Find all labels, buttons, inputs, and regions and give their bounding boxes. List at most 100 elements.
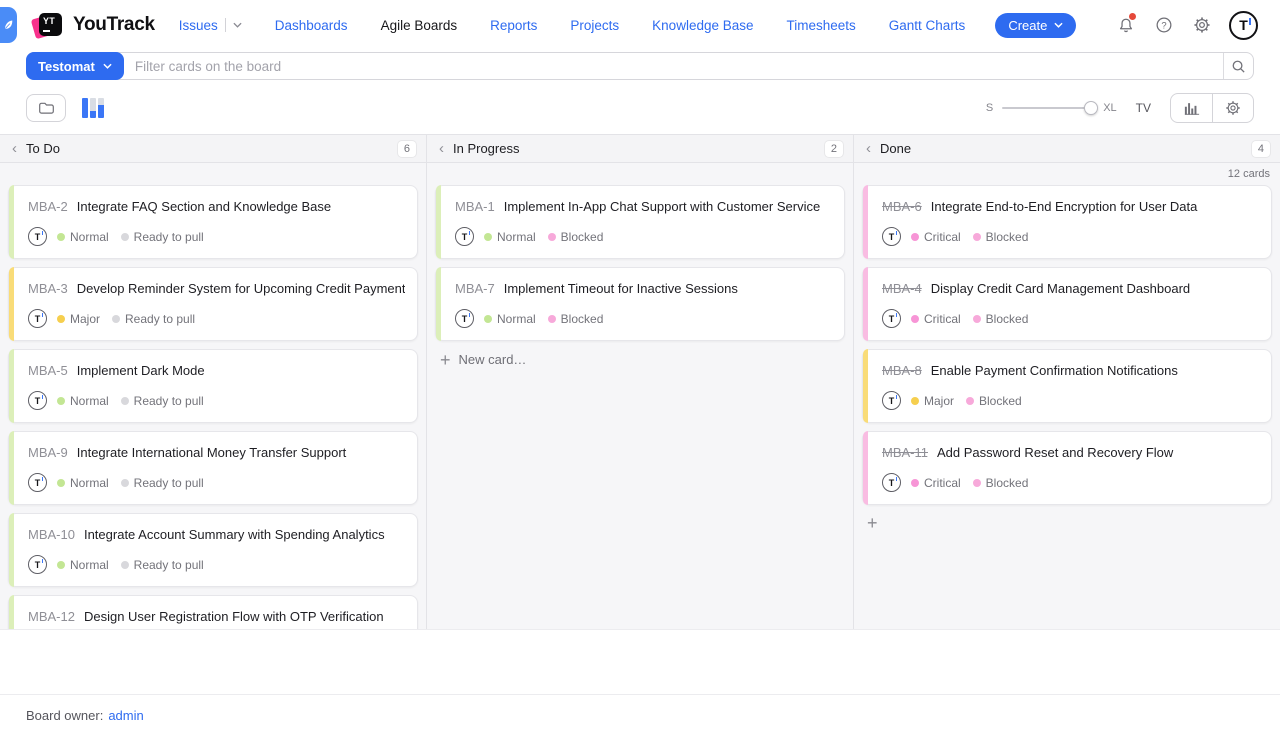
progress-chart-toggle[interactable] — [82, 98, 104, 118]
state-label: Ready to pull — [134, 476, 204, 490]
issue-card[interactable]: MBA-12 Design User Registration Flow wit… — [8, 595, 418, 629]
issue-card[interactable]: MBA-9 Integrate International Money Tran… — [8, 431, 418, 505]
nav-item-timesheets[interactable]: Timesheets — [787, 18, 856, 33]
nav-item-dashboards[interactable]: Dashboards — [275, 18, 348, 33]
histogram-icon — [1184, 102, 1200, 115]
issues-dropdown-chevron-icon[interactable] — [233, 22, 242, 28]
issue-title: Display Credit Card Management Dashboard — [931, 281, 1190, 296]
state-label: Ready to pull — [125, 312, 195, 326]
issue-id[interactable]: MBA-7 — [455, 281, 495, 296]
notification-dot — [1129, 13, 1136, 20]
issue-card[interactable]: MBA-5 Implement Dark Mode T Normal Ready… — [8, 349, 418, 423]
assignee-avatar: T — [28, 227, 47, 246]
help-button[interactable]: ? — [1153, 14, 1175, 36]
issue-title: Design User Registration Flow with OTP V… — [84, 609, 384, 624]
issue-card[interactable]: MBA-6 Integrate End-to-End Encryption fo… — [862, 185, 1272, 259]
priority-label: Critical — [924, 230, 961, 244]
nav-item-projects[interactable]: Projects — [570, 18, 619, 33]
issue-card[interactable]: MBA-7 Implement Timeout for Inactive Ses… — [435, 267, 845, 341]
issue-id[interactable]: MBA-9 — [28, 445, 68, 460]
issue-card[interactable]: MBA-4 Display Credit Card Management Das… — [862, 267, 1272, 341]
help-icon: ? — [1155, 16, 1173, 34]
issue-id[interactable]: MBA-5 — [28, 363, 68, 378]
collapse-column-icon[interactable]: ‹ — [12, 141, 17, 156]
board-owner-link[interactable]: admin — [108, 708, 143, 723]
slider-handle[interactable] — [1084, 101, 1098, 115]
issue-card[interactable]: MBA-2 Integrate FAQ Section and Knowledg… — [8, 185, 418, 259]
browser-overlay-tab[interactable] — [0, 7, 17, 43]
chevron-down-icon — [103, 63, 112, 69]
collapse-column-icon[interactable]: ‹ — [866, 141, 871, 156]
nav-item-gantt-charts[interactable]: Gantt Charts — [889, 18, 966, 33]
card-priority-stripe — [9, 513, 14, 587]
board-settings-button[interactable] — [1212, 94, 1253, 122]
priority-dot — [911, 233, 919, 241]
state-dot — [966, 397, 974, 405]
priority-dot — [57, 315, 65, 323]
board-selector-button[interactable]: Testomat — [26, 52, 124, 80]
nav-separator — [225, 18, 226, 32]
nav-item-reports[interactable]: Reports — [490, 18, 537, 33]
issue-title: Integrate Account Summary with Spending … — [84, 527, 385, 542]
nav-item-agile-boards[interactable]: Agile Boards — [381, 18, 458, 33]
issue-card[interactable]: MBA-1 Implement In-App Chat Support with… — [435, 185, 845, 259]
add-card-button[interactable]: + — [862, 513, 883, 533]
issue-id[interactable]: MBA-4 — [882, 281, 922, 296]
issue-card[interactable]: MBA-11 Add Password Reset and Recovery F… — [862, 431, 1272, 505]
priority-dot — [484, 233, 492, 241]
issue-id[interactable]: MBA-3 — [28, 281, 68, 296]
issue-id[interactable]: MBA-10 — [28, 527, 75, 542]
collapse-column-icon[interactable]: ‹ — [439, 141, 444, 156]
issue-id[interactable]: MBA-11 — [882, 445, 928, 460]
plus-icon: + — [440, 353, 451, 367]
issue-title: Implement Dark Mode — [77, 363, 205, 378]
notifications-button[interactable] — [1115, 14, 1137, 36]
issue-title: Add Password Reset and Recovery Flow — [937, 445, 1173, 460]
issue-id[interactable]: MBA-12 — [28, 609, 75, 624]
stacked-bar-icon — [82, 98, 88, 118]
issue-id[interactable]: MBA-1 — [455, 199, 495, 214]
search-button[interactable] — [1223, 53, 1253, 79]
issue-id[interactable]: MBA-6 — [882, 199, 922, 214]
column-count-badge: 4 — [1252, 141, 1270, 157]
priority-label: Normal — [70, 394, 109, 408]
stacked-bar-icon — [98, 98, 104, 118]
nav-item-knowledge-base[interactable]: Knowledge Base — [652, 18, 753, 33]
state-dot — [973, 233, 981, 241]
youtrack-logo[interactable]: YT YouTrack — [36, 12, 155, 39]
card-priority-stripe — [436, 267, 441, 341]
state-dot — [112, 315, 120, 323]
user-avatar[interactable]: T — [1229, 11, 1258, 40]
slider-track[interactable] — [1002, 107, 1094, 109]
state-dot — [548, 233, 556, 241]
settings-button[interactable] — [1191, 14, 1213, 36]
filter-input[interactable] — [123, 53, 1223, 79]
state-label: Blocked — [561, 312, 604, 326]
assignee-avatar: T — [28, 473, 47, 492]
issue-card[interactable]: MBA-8 Enable Payment Confirmation Notifi… — [862, 349, 1272, 423]
tv-mode-button[interactable]: TV — [1136, 101, 1151, 115]
priority-dot — [911, 397, 919, 405]
nav-item-issues[interactable]: Issues — [179, 18, 218, 33]
priority-dot — [911, 315, 919, 323]
state-label: Blocked — [979, 394, 1022, 408]
new-card-button[interactable]: + New card… — [435, 349, 531, 370]
issue-card[interactable]: MBA-3 Develop Reminder System for Upcomi… — [8, 267, 418, 341]
backlog-button[interactable] — [26, 94, 66, 122]
chart-view-button[interactable] — [1171, 94, 1212, 122]
issue-card[interactable]: MBA-10 Integrate Account Summary with Sp… — [8, 513, 418, 587]
logo-badge: YT — [43, 16, 55, 26]
priority-dot — [57, 233, 65, 241]
filter-bar: Testomat — [26, 52, 1254, 80]
create-button[interactable]: Create — [995, 13, 1076, 38]
gear-icon — [1193, 16, 1211, 34]
youtrack-logo-mark: YT — [36, 12, 63, 39]
assignee-avatar: T — [455, 227, 474, 246]
gear-icon — [1225, 100, 1241, 116]
issue-id[interactable]: MBA-8 — [882, 363, 922, 378]
issue-title: Integrate End-to-End Encryption for User… — [931, 199, 1198, 214]
card-priority-stripe — [9, 431, 14, 505]
issue-id[interactable]: MBA-2 — [28, 199, 68, 214]
column-count-badge: 2 — [825, 141, 843, 157]
card-size-slider[interactable] — [1002, 101, 1094, 115]
